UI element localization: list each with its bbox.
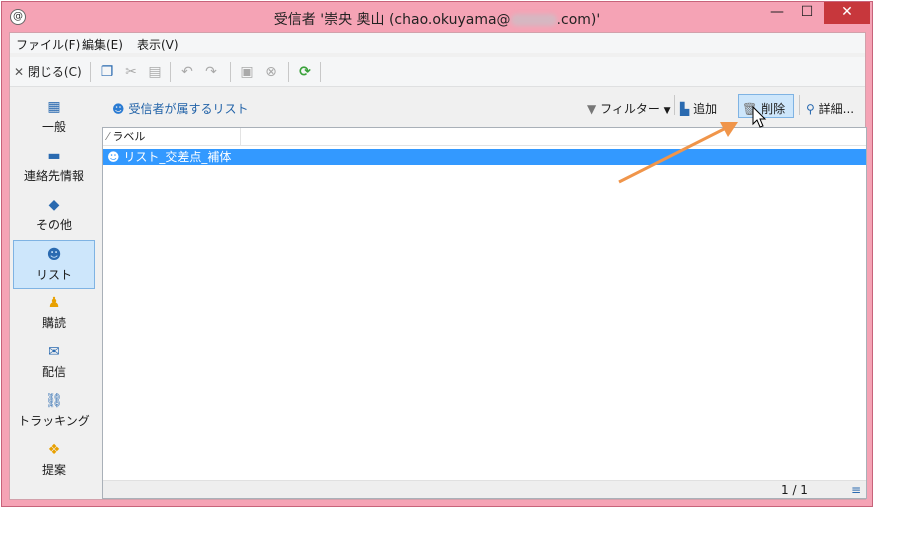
annotation-arrow bbox=[618, 105, 767, 184]
arrow-line bbox=[618, 126, 727, 184]
mouse-cursor-icon bbox=[752, 105, 767, 128]
